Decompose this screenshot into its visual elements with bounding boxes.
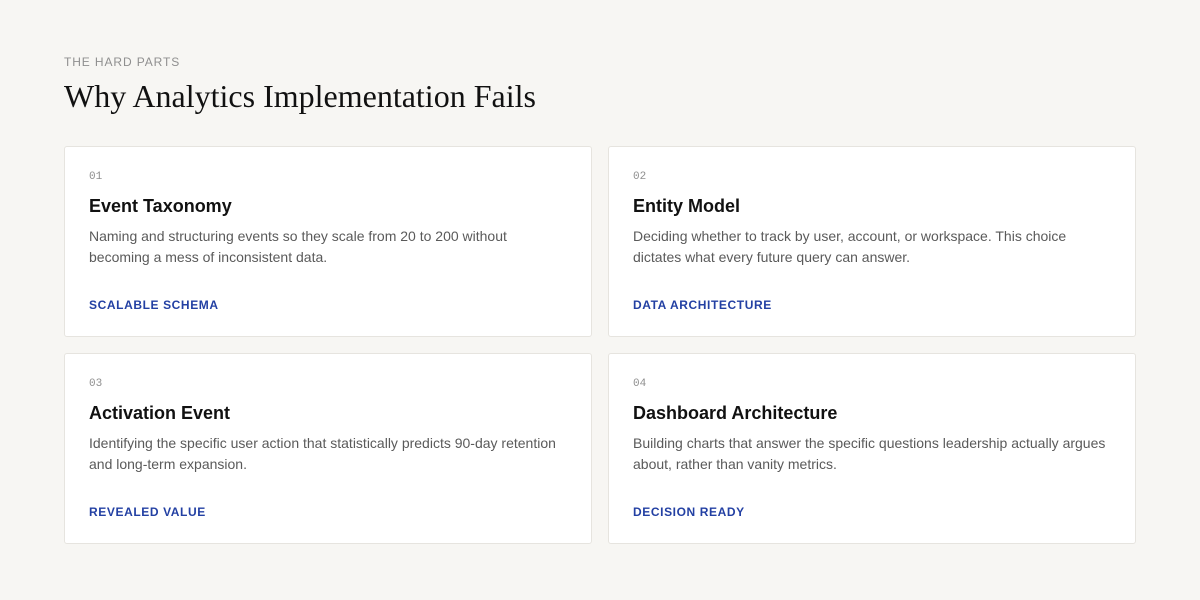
card-title: Activation Event [89,403,231,423]
card-tag-link[interactable]: REVEALED VALUE [89,505,206,519]
card-tag-link[interactable]: DATA ARCHITECTURE [633,298,772,312]
card-number: 01 [89,171,103,183]
card-entity-model: 02 Entity Model Deciding whether to trac… [608,146,1136,337]
card-number: 03 [89,378,103,390]
card-description: Deciding whether to track by user, accou… [633,228,1067,265]
card-activation-event: 03 Activation Event Identifying the spec… [64,353,592,544]
card-title: Event Taxonomy [89,196,232,216]
section-eyebrow: THE HARD PARTS [64,55,181,69]
card-tag-link[interactable]: SCALABLE SCHEMA [89,298,219,312]
cards-grid: 01 Event Taxonomy Naming and structuring… [64,146,1136,544]
card-description: Building charts that answer the specific… [633,435,1106,472]
section-title: Why Analytics Implementation Fails [64,78,536,114]
card-number: 04 [633,378,647,390]
card-tag-link[interactable]: DECISION READY [633,505,745,519]
card-number: 02 [633,171,647,183]
card-event-taxonomy: 01 Event Taxonomy Naming and structuring… [64,146,592,337]
card-title: Entity Model [633,196,740,216]
card-description: Naming and structuring events so they sc… [89,228,507,265]
card-dashboard-architecture: 04 Dashboard Architecture Building chart… [608,353,1136,544]
card-title: Dashboard Architecture [633,403,838,423]
card-description: Identifying the specific user action tha… [89,435,556,472]
